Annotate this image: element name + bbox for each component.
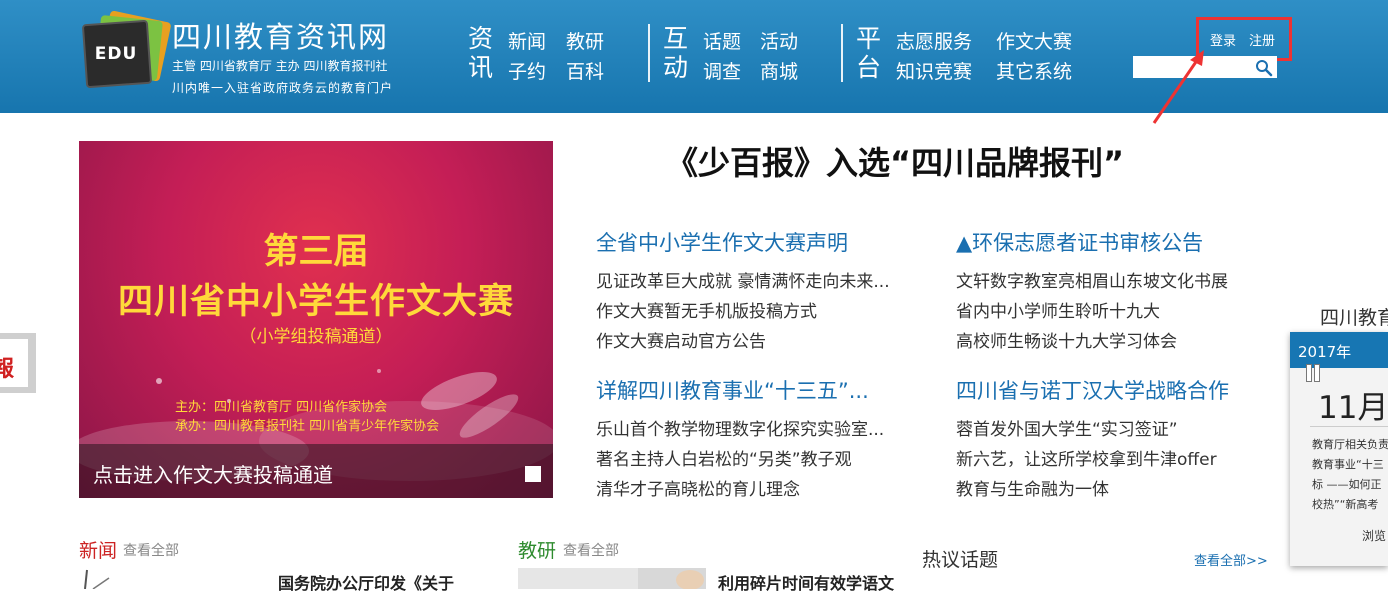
banner-pager-dot[interactable] <box>525 466 541 482</box>
news-link[interactable]: 高校师生畅谈十九大学习体会 <box>956 327 1177 352</box>
calendar-year: 2017年 <box>1298 343 1352 361</box>
news-link[interactable]: 著名主持人白岩松的“另类”教子观 <box>596 445 852 470</box>
logo-text: EDU <box>94 44 138 64</box>
hot-topics-view-all-link[interactable]: 查看全部>> <box>1194 550 1268 569</box>
left-floating-ad[interactable]: 報 <box>0 333 36 393</box>
essay-contest-banner[interactable]: 第三届 四川省中小学生作文大赛 （小学组投稿通道） 主办：四川省教育厅 四川省作… <box>79 141 553 498</box>
banner-caption[interactable]: 点击进入作文大赛投稿通道 <box>93 459 333 488</box>
site-title[interactable]: 四川教育资讯网 <box>172 14 389 56</box>
nav-link-ziyue[interactable]: 子约 <box>508 57 546 84</box>
nav-link-research[interactable]: 教研 <box>566 27 604 54</box>
banner-organizer: 承办：四川教育报刊社 四川省青少年作家协会 <box>175 419 440 434</box>
site-slogan: 川内唯一入驻省政府政务云的教育门户 <box>172 81 394 95</box>
research-thumbnail[interactable] <box>518 568 706 589</box>
nav-link-news[interactable]: 新闻 <box>508 27 546 54</box>
news-link[interactable]: 省内中小学师生聆听十九大 <box>956 297 1160 322</box>
sidebar-title: 四川教育 <box>1320 307 1388 329</box>
calendar-widget[interactable]: 2017年 11月 教育厅相关负责 教育事业“十三 标 ——如何正 校热”“新高… <box>1290 332 1388 566</box>
column-title[interactable]: 四川省与诺丁汉大学战略合作 <box>956 375 1229 405</box>
nav-link-survey[interactable]: 调查 <box>703 57 741 84</box>
calendar-summary: 教育厅相关负责 教育事业“十三 标 ——如何正 校热”“新高考 <box>1312 438 1388 511</box>
calendar-ring-icon <box>1314 364 1320 382</box>
nav-link-encyclopedia[interactable]: 百科 <box>566 57 604 84</box>
nav-category-label: 平台 <box>856 24 882 82</box>
divider <box>1310 426 1388 427</box>
calendar-ring-icon <box>1306 364 1312 382</box>
section-title-research[interactable]: 教研 <box>518 536 556 563</box>
nav-link-activities[interactable]: 活动 <box>760 27 798 54</box>
nav-link-other-systems[interactable]: 其它系统 <box>996 57 1072 84</box>
research-first-title[interactable]: 利用碎片时间有效学语文 <box>718 570 894 594</box>
news-link[interactable]: 见证改革巨大成就 豪情满怀走向未来... <box>596 267 890 292</box>
nav-link-quiz[interactable]: 知识竞赛 <box>896 57 972 84</box>
news-link[interactable]: 乐山首个教学物理数字化探究实验室... <box>596 415 884 440</box>
browse-link[interactable]: 浏览 <box>1362 527 1386 544</box>
news-thumbnail[interactable] <box>79 568 139 589</box>
nav-divider <box>841 24 843 82</box>
register-link[interactable]: 注册 <box>1249 30 1275 49</box>
nav-link-mall[interactable]: 商城 <box>760 57 798 84</box>
news-link[interactable]: 清华才子高晓松的育儿理念 <box>596 475 800 500</box>
news-view-all-link[interactable]: 查看全部 <box>123 540 179 560</box>
banner-subtitle: （小学组投稿通道） <box>239 327 393 347</box>
nav-category-label: 资讯 <box>468 24 494 82</box>
news-link[interactable]: 作文大赛暂无手机版投稿方式 <box>596 297 817 322</box>
nav-link-volunteer[interactable]: 志愿服务 <box>896 27 972 54</box>
research-view-all-link[interactable]: 查看全部 <box>563 540 619 560</box>
site-sponsor-line: 主管 四川省教育厅 主办 四川教育报刊社 <box>172 59 388 73</box>
banner-title: 四川省中小学生作文大赛 <box>117 282 514 322</box>
news-link[interactable]: 蓉首发外国大学生“实习签证” <box>956 415 1178 440</box>
nav-divider <box>648 24 650 82</box>
column-title[interactable]: 全省中小学生作文大赛声明 <box>596 227 848 257</box>
nav-link-topics[interactable]: 话题 <box>703 27 741 54</box>
nav-category-label: 互动 <box>663 24 689 82</box>
calendar-month: 11月 <box>1318 390 1388 426</box>
column-title[interactable]: 详解四川教育事业“十三五”... <box>596 375 869 405</box>
news-link[interactable]: 文轩数字教室亮相眉山东坡文化书展 <box>956 267 1228 292</box>
news-link[interactable]: 新六艺，让这所学校拿到牛津offer <box>956 445 1217 470</box>
login-link[interactable]: 登录 <box>1210 30 1236 49</box>
calendar-header: 2017年 <box>1290 332 1388 368</box>
news-first-title[interactable]: 国务院办公厅印发《关于 <box>278 570 454 594</box>
section-title-hot-topics: 热议话题 <box>922 549 999 571</box>
left-float-text: 報 <box>0 357 15 382</box>
search-icon[interactable] <box>1254 58 1274 78</box>
site-logo[interactable]: EDU <box>80 10 172 89</box>
news-link[interactable]: 教育与生命融为一体 <box>956 475 1109 500</box>
top-headline[interactable]: 《少百报》入选“四川品牌报刊” <box>666 138 1124 184</box>
news-link[interactable]: 作文大赛启动官方公告 <box>596 327 766 352</box>
banner-caption-bar: 点击进入作文大赛投稿通道 <box>79 444 553 498</box>
column-title[interactable]: ▲环保志愿者证书审核公告 <box>956 227 1203 257</box>
nav-link-essay-contest[interactable]: 作文大赛 <box>996 27 1072 54</box>
banner-edition: 第三届 <box>263 232 369 272</box>
site-header: EDU 四川教育资讯网 主管 四川省教育厅 主办 四川教育报刊社 川内唯一入驻省… <box>0 0 1388 113</box>
section-title-news[interactable]: 新闻 <box>79 536 117 563</box>
banner-host: 主办：四川省教育厅 四川省作家协会 <box>175 400 388 415</box>
